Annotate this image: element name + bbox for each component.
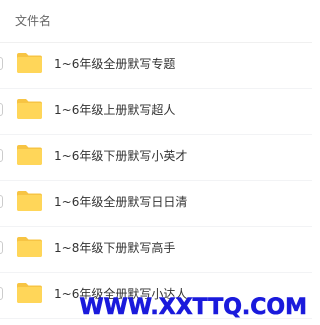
- row-checkbox[interactable]: [0, 195, 3, 208]
- file-row[interactable]: 1~6年级全册默写专题: [0, 43, 312, 89]
- row-checkbox[interactable]: [0, 57, 3, 70]
- folder-icon: [16, 144, 43, 166]
- file-name[interactable]: 1~6年级全册默写日日清: [54, 194, 187, 210]
- folder-icon: [16, 282, 43, 304]
- folder-icon: [16, 98, 43, 120]
- file-list-page: 文件名 1~6年级全册默写专题 1~6年级上册默写超人 1~6年级下册默写小英才: [0, 0, 312, 325]
- folder-icon: [16, 236, 43, 258]
- folder-icon: [16, 190, 43, 212]
- column-header-filename[interactable]: 文件名: [15, 13, 51, 29]
- file-row[interactable]: 1~8年级下册默写高手: [0, 227, 312, 273]
- file-list: 1~6年级全册默写专题 1~6年级上册默写超人 1~6年级下册默写小英才 1~6…: [0, 43, 312, 319]
- folder-icon: [16, 52, 43, 74]
- file-name[interactable]: 1~8年级下册默写高手: [54, 240, 175, 256]
- file-name[interactable]: 1~6年级全册默写专题: [54, 56, 175, 72]
- file-list-header: 文件名: [0, 0, 312, 43]
- file-row[interactable]: 1~6年级全册默写日日清: [0, 181, 312, 227]
- file-name[interactable]: 1~6年级上册默写超人: [54, 102, 175, 118]
- row-checkbox[interactable]: [0, 149, 3, 162]
- watermark-text: WWW.XXTTQ.COM: [79, 295, 307, 320]
- file-row[interactable]: 1~6年级上册默写超人: [0, 89, 312, 135]
- file-row[interactable]: 1~6年级下册默写小英才: [0, 135, 312, 181]
- row-checkbox[interactable]: [0, 103, 3, 116]
- row-checkbox[interactable]: [0, 287, 3, 300]
- file-name[interactable]: 1~6年级下册默写小英才: [54, 148, 187, 164]
- row-checkbox[interactable]: [0, 241, 3, 254]
